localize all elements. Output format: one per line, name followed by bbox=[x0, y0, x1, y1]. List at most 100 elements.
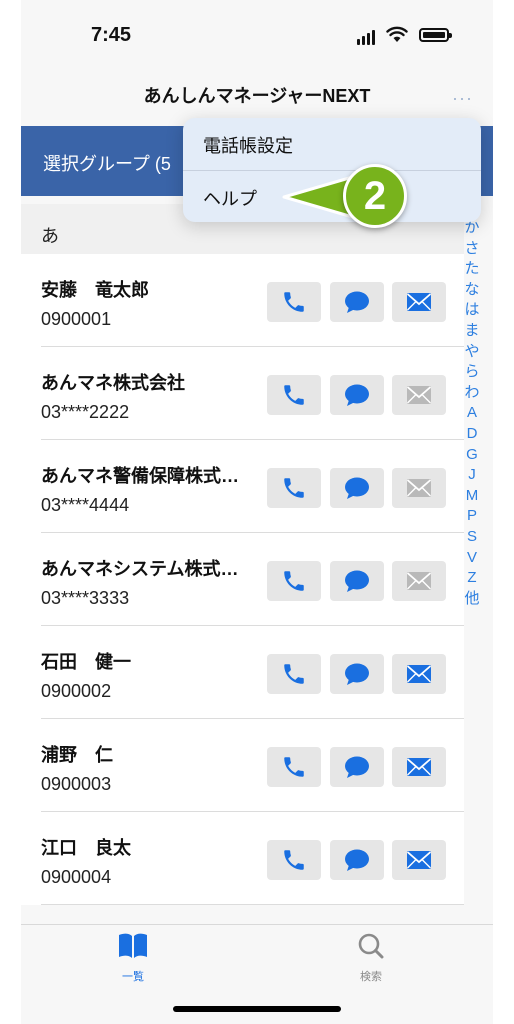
message-icon bbox=[343, 661, 371, 687]
contact-name: 石田 健一 bbox=[41, 652, 131, 672]
mail-button bbox=[392, 375, 446, 415]
contact-name: 江口 良太 bbox=[41, 838, 131, 858]
call-button[interactable] bbox=[267, 561, 321, 601]
contact-number: 0900002 bbox=[41, 681, 112, 701]
contact-row[interactable]: 江口 良太 0900004 bbox=[21, 812, 464, 905]
contact-list: あ 安藤 竜太郎 0900001 あんマネ株式会社 03****2222 あんマネ警備保… bbox=[21, 204, 464, 905]
phone-icon bbox=[281, 568, 307, 594]
call-button[interactable] bbox=[267, 468, 321, 508]
index-letter[interactable]: A bbox=[467, 403, 477, 424]
phone-icon bbox=[281, 847, 307, 873]
index-letter[interactable]: G bbox=[466, 445, 478, 466]
index-letter[interactable]: ま bbox=[464, 321, 479, 342]
call-button[interactable] bbox=[267, 654, 321, 694]
message-icon bbox=[343, 754, 371, 780]
index-letter[interactable]: な bbox=[464, 280, 479, 301]
tab-search-label: 検索 bbox=[360, 971, 382, 983]
index-bar[interactable]: かさたなはまやらわADGJMPSVZ他 bbox=[461, 218, 483, 609]
message-button[interactable] bbox=[330, 468, 384, 508]
group-selector-label: 選択グループ (5 bbox=[43, 154, 171, 174]
index-letter[interactable]: Z bbox=[467, 568, 476, 589]
mail-icon bbox=[406, 385, 432, 405]
mail-icon bbox=[406, 292, 432, 312]
index-letter[interactable]: M bbox=[466, 486, 479, 507]
index-letter[interactable]: わ bbox=[464, 383, 479, 404]
mail-button bbox=[392, 561, 446, 601]
index-letter[interactable]: さ bbox=[464, 239, 479, 260]
tab-search[interactable]: 検索 bbox=[331, 931, 411, 984]
phone-icon bbox=[281, 754, 307, 780]
step-callout: 2 bbox=[276, 160, 424, 232]
message-button[interactable] bbox=[330, 282, 384, 322]
mail-button bbox=[392, 468, 446, 508]
contact-number: 03****4444 bbox=[41, 495, 130, 515]
contact-number: 03****2222 bbox=[41, 402, 130, 422]
more-button[interactable]: ··· bbox=[452, 88, 473, 109]
phone-icon bbox=[281, 475, 307, 501]
index-letter[interactable]: や bbox=[464, 342, 479, 363]
message-icon bbox=[343, 847, 371, 873]
contact-row[interactable]: あんマネ株式会社 03****2222 bbox=[21, 347, 464, 440]
signal-icon bbox=[357, 30, 375, 45]
status-bar: 7:45 bbox=[21, 0, 493, 70]
battery-icon bbox=[419, 28, 452, 42]
message-button[interactable] bbox=[330, 654, 384, 694]
message-button[interactable] bbox=[330, 840, 384, 880]
index-letter[interactable]: 他 bbox=[464, 589, 479, 610]
index-letter[interactable]: は bbox=[464, 300, 479, 321]
contact-row[interactable]: 浦野 仁 0900003 bbox=[21, 719, 464, 812]
mail-button[interactable] bbox=[392, 747, 446, 787]
mail-button[interactable] bbox=[392, 282, 446, 322]
index-letter[interactable]: D bbox=[467, 424, 478, 445]
index-letter[interactable]: V bbox=[467, 548, 477, 569]
contact-row[interactable]: あんマネ警備保障株式… 03****4444 bbox=[21, 440, 464, 533]
index-letter[interactable]: J bbox=[468, 465, 476, 486]
message-button[interactable] bbox=[330, 561, 384, 601]
call-button[interactable] bbox=[267, 840, 321, 880]
message-icon bbox=[343, 289, 371, 315]
search-icon bbox=[358, 933, 384, 959]
index-letter[interactable]: S bbox=[467, 527, 477, 548]
mail-icon bbox=[406, 478, 432, 498]
call-button[interactable] bbox=[267, 282, 321, 322]
message-button[interactable] bbox=[330, 375, 384, 415]
index-letter[interactable]: P bbox=[467, 506, 477, 527]
mail-button[interactable] bbox=[392, 654, 446, 694]
contact-name: あんマネ警備保障株式… bbox=[41, 466, 239, 486]
index-letter[interactable]: た bbox=[464, 259, 479, 280]
tab-list-label: 一覧 bbox=[122, 971, 144, 983]
phone-icon bbox=[281, 289, 307, 315]
contact-name: 浦野 仁 bbox=[41, 745, 113, 765]
phone-screen: 7:45 あんしんマネージャーNEXT ··· 選択グループ (5 あ 安藤 竜… bbox=[21, 0, 493, 1024]
mail-icon bbox=[406, 850, 432, 870]
page-title: あんしんマネージャーNEXT bbox=[143, 86, 371, 106]
contact-number: 0900003 bbox=[41, 774, 112, 794]
message-button[interactable] bbox=[330, 747, 384, 787]
tab-list[interactable]: 一覧 bbox=[93, 931, 173, 984]
message-icon bbox=[343, 475, 371, 501]
message-icon bbox=[343, 568, 371, 594]
mail-icon bbox=[406, 757, 432, 777]
book-icon bbox=[119, 933, 147, 958]
contact-row[interactable]: 石田 健一 0900002 bbox=[21, 626, 464, 719]
contact-row[interactable]: 安藤 竜太郎 0900001 bbox=[21, 254, 464, 347]
contact-number: 03****3333 bbox=[41, 588, 130, 608]
phone-icon bbox=[281, 661, 307, 687]
mail-button[interactable] bbox=[392, 840, 446, 880]
call-button[interactable] bbox=[267, 375, 321, 415]
contact-name: 安藤 竜太郎 bbox=[41, 280, 149, 300]
home-indicator bbox=[173, 1006, 341, 1012]
phone-icon bbox=[281, 382, 307, 408]
step-number-badge: 2 bbox=[343, 164, 407, 228]
index-letter[interactable]: ら bbox=[464, 362, 479, 383]
mail-icon bbox=[406, 664, 432, 684]
call-button[interactable] bbox=[267, 747, 321, 787]
contact-name: あんマネ株式会社 bbox=[41, 373, 185, 393]
contact-number: 0900001 bbox=[41, 309, 112, 329]
tab-bar: 一覧 検索 bbox=[21, 924, 493, 1024]
message-icon bbox=[343, 382, 371, 408]
wifi-icon bbox=[386, 26, 408, 42]
mail-icon bbox=[406, 571, 432, 591]
contact-number: 0900004 bbox=[41, 867, 112, 887]
contact-row[interactable]: あんマネシステム株式… 03****3333 bbox=[21, 533, 464, 626]
